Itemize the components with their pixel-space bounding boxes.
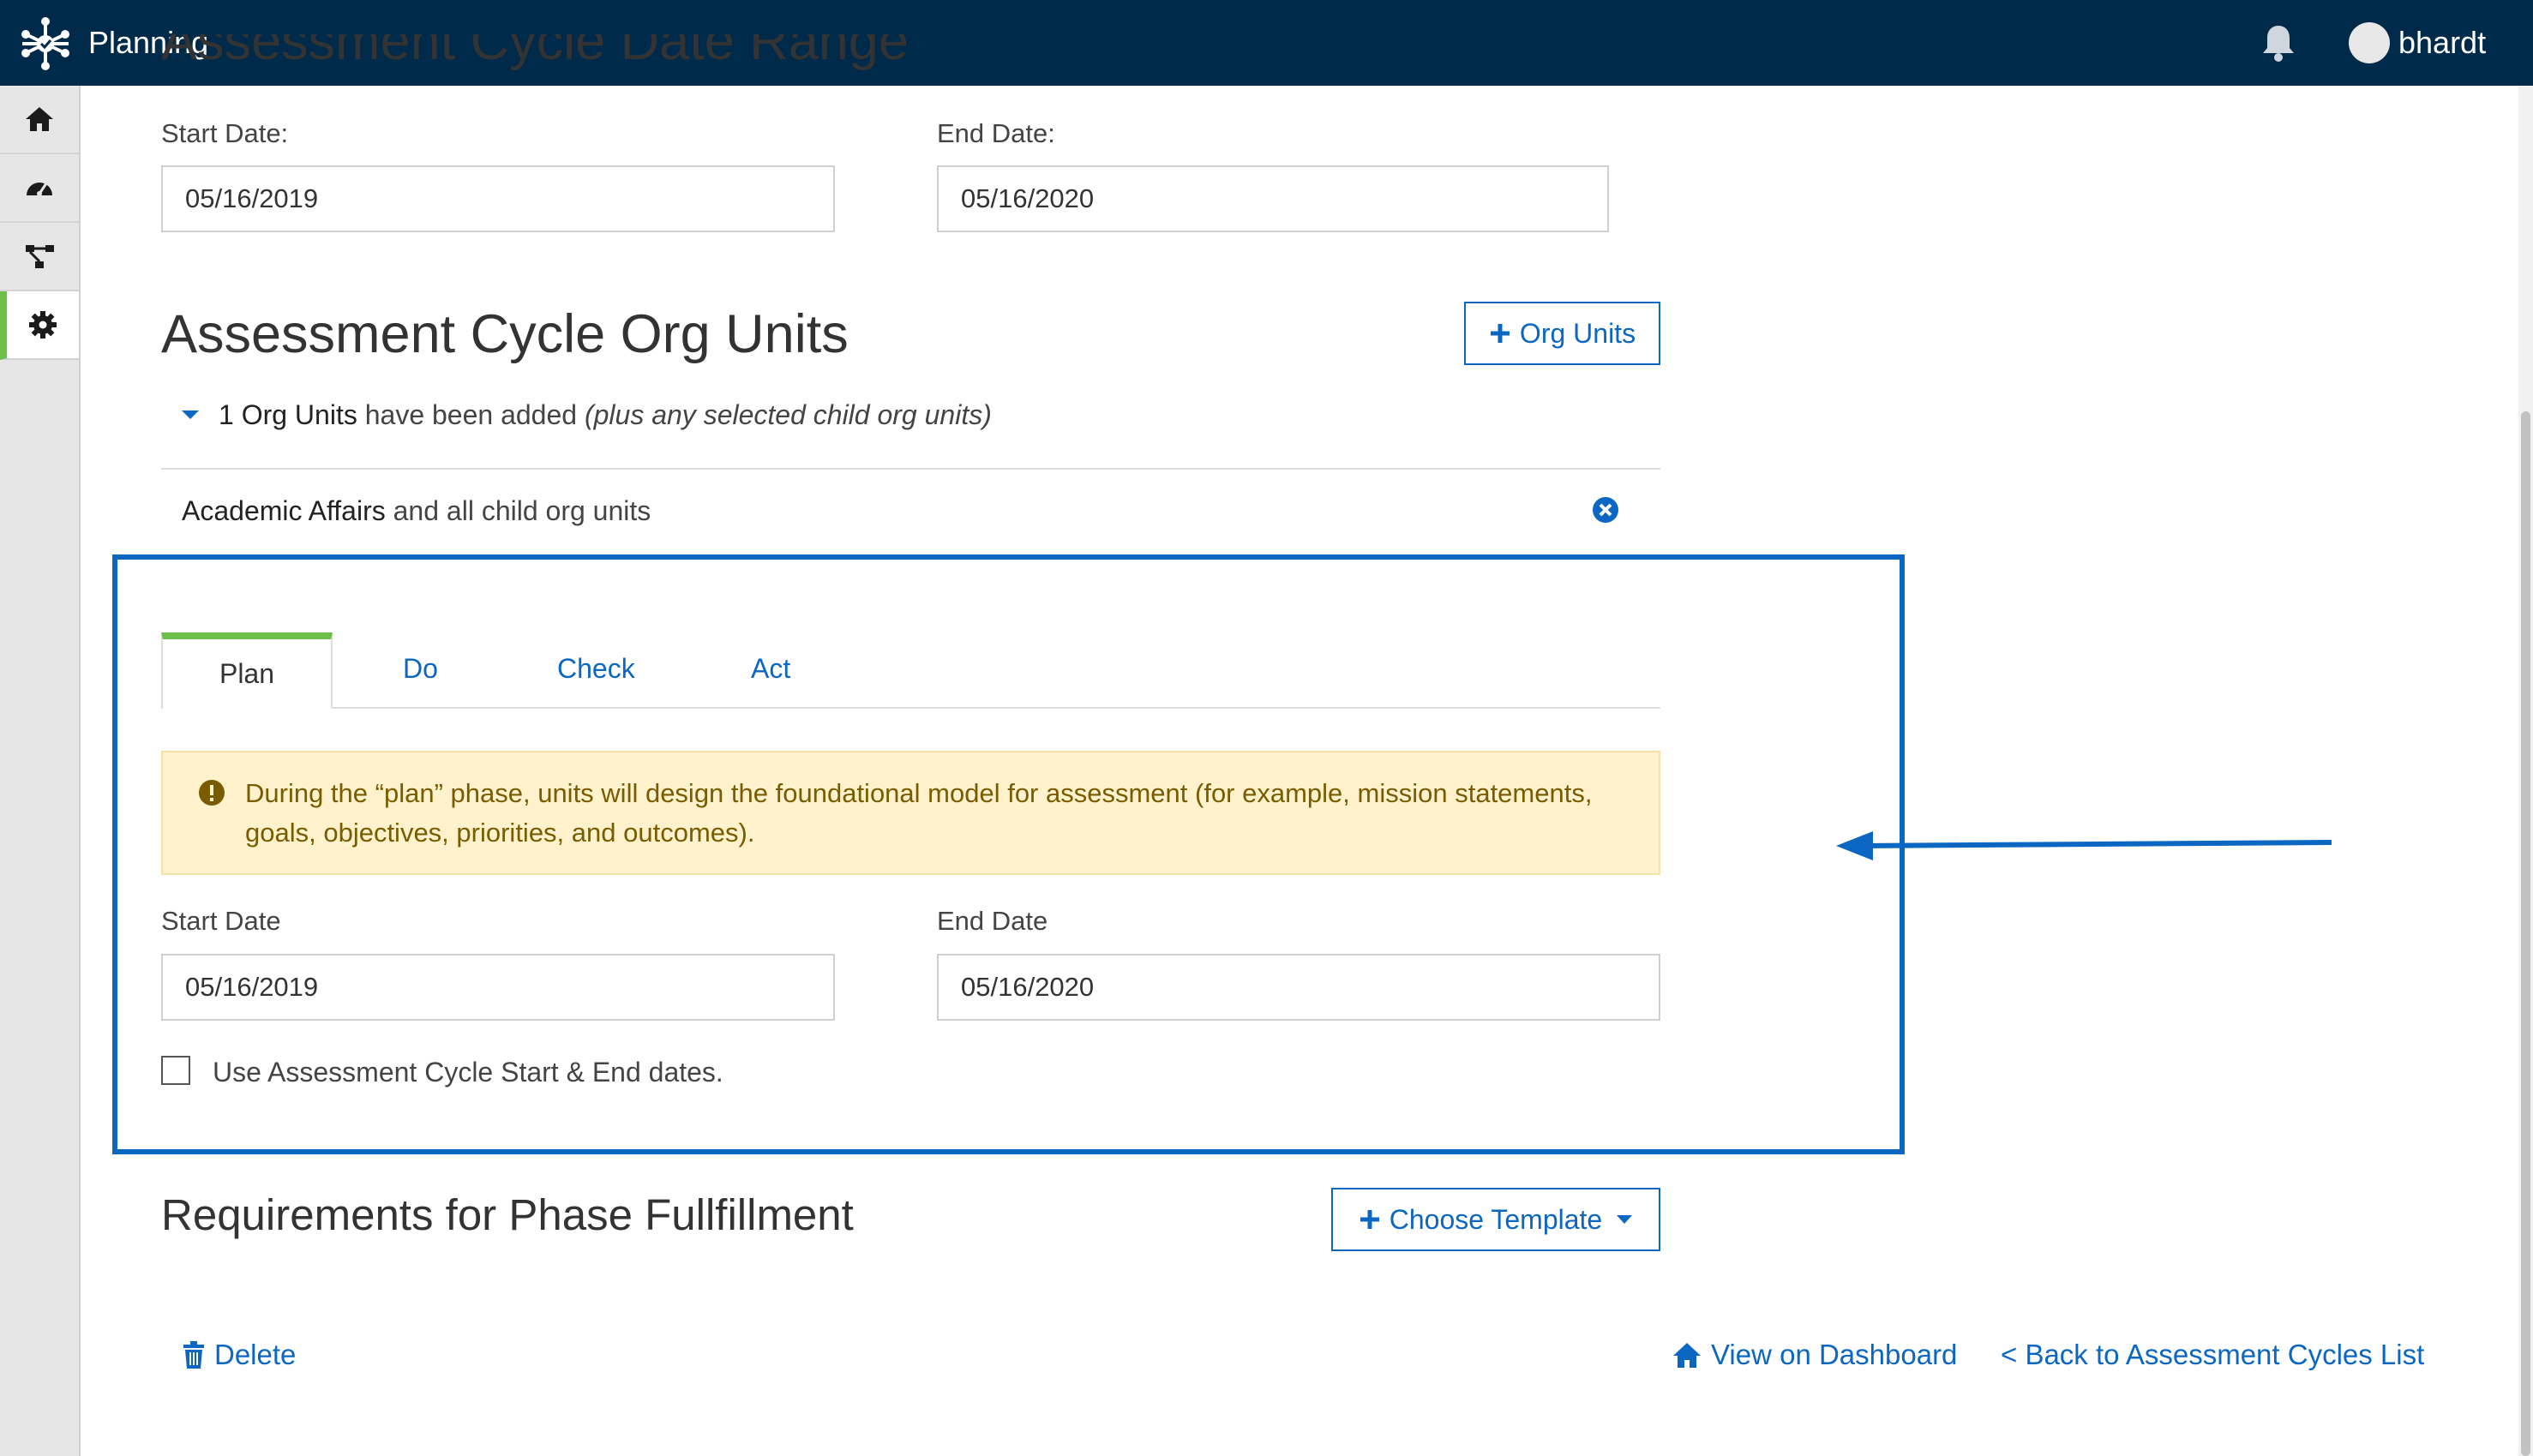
sidebar-item-structure[interactable]: [0, 223, 79, 291]
view-on-dashboard-link[interactable]: View on Dashboard: [1672, 1336, 1957, 1374]
hierarchy-icon: [26, 245, 54, 268]
tabs-baseline: [161, 707, 1660, 709]
phase-start-date-input[interactable]: 05/16/2019: [161, 954, 835, 1021]
tab-act[interactable]: Act: [751, 650, 790, 687]
date-range-heading-text: Assessment Cycle Date Range: [161, 34, 909, 71]
username[interactable]: bhardt: [2398, 24, 2486, 62]
trash-icon: [183, 1341, 204, 1369]
phase-end-date-input[interactable]: 05/16/2020: [937, 954, 1660, 1021]
sidebar: [0, 86, 81, 1456]
sidebar-item-dashboard[interactable]: [0, 154, 79, 223]
org-unit-suffix: and all child org units: [385, 495, 651, 526]
phase-start-date-label: Start Date: [161, 906, 281, 936]
cycle-end-date-input[interactable]: 05/16/2020: [937, 165, 1609, 232]
cycle-start-date-input[interactable]: 05/16/2019: [161, 165, 835, 232]
avatar[interactable]: [2349, 22, 2390, 63]
plus-icon: [1490, 324, 1510, 343]
org-units-count: 1 Org Units: [219, 399, 357, 430]
sidebar-item-home[interactable]: [0, 86, 79, 154]
gear-icon: [29, 311, 57, 339]
use-cycle-dates-checkbox[interactable]: [161, 1056, 190, 1085]
add-org-units-label: Org Units: [1519, 317, 1636, 349]
org-units-summary-text: have been added: [357, 399, 585, 430]
divider: [161, 468, 1660, 470]
warning-icon: [198, 779, 225, 806]
phase-info-text: During the “plan” phase, units will desi…: [245, 778, 1593, 848]
view-on-dashboard-label: View on Dashboard: [1711, 1339, 1958, 1370]
choose-template-button[interactable]: Choose Template: [1331, 1188, 1660, 1251]
org-units-summary-note: (plus any selected child org units): [584, 399, 992, 430]
delete-button[interactable]: Delete: [182, 1336, 296, 1374]
annotation-arrow-icon: [1826, 823, 2340, 866]
bell-icon[interactable]: [2260, 22, 2297, 63]
plus-icon: [1360, 1210, 1379, 1229]
tab-plan[interactable]: Plan: [161, 632, 333, 709]
add-org-units-button[interactable]: Org Units: [1464, 302, 1660, 365]
delete-label: Delete: [214, 1339, 297, 1370]
remove-org-unit-icon[interactable]: [1592, 496, 1619, 524]
choose-template-label: Choose Template: [1389, 1203, 1603, 1235]
network-nodes-logo-icon[interactable]: [17, 15, 74, 72]
cycle-start-date-label: Start Date:: [161, 118, 289, 148]
org-units-summary[interactable]: 1 Org Units have been added (plus any se…: [219, 396, 992, 434]
org-units-heading: Assessment Cycle Org Units: [161, 304, 849, 364]
speedometer-icon: [27, 183, 52, 196]
caret-down-icon: [1617, 1215, 1633, 1224]
org-unit-name: Academic Affairs: [182, 495, 386, 526]
phase-end-date-label: End Date: [937, 906, 1048, 936]
org-unit-row: Academic Affairs and all child org units: [182, 492, 651, 530]
date-range-heading: Assessment Cycle Date Range: [161, 34, 909, 86]
home-icon: [1673, 1343, 1701, 1368]
cycle-end-date-label: End Date:: [937, 118, 1055, 148]
sidebar-item-settings[interactable]: [0, 291, 79, 360]
scrollbar-thumb[interactable]: [2521, 411, 2530, 1456]
caret-down-icon[interactable]: [180, 409, 201, 421]
requirements-heading: Requirements for Phase Fullfillment: [161, 1190, 854, 1239]
back-to-list-link[interactable]: < Back to Assessment Cycles List: [2001, 1336, 2424, 1374]
tab-check[interactable]: Check: [557, 650, 635, 687]
tab-do[interactable]: Do: [403, 650, 438, 687]
use-cycle-dates-label[interactable]: Use Assessment Cycle Start & End dates.: [213, 1055, 723, 1089]
home-icon: [26, 107, 53, 131]
